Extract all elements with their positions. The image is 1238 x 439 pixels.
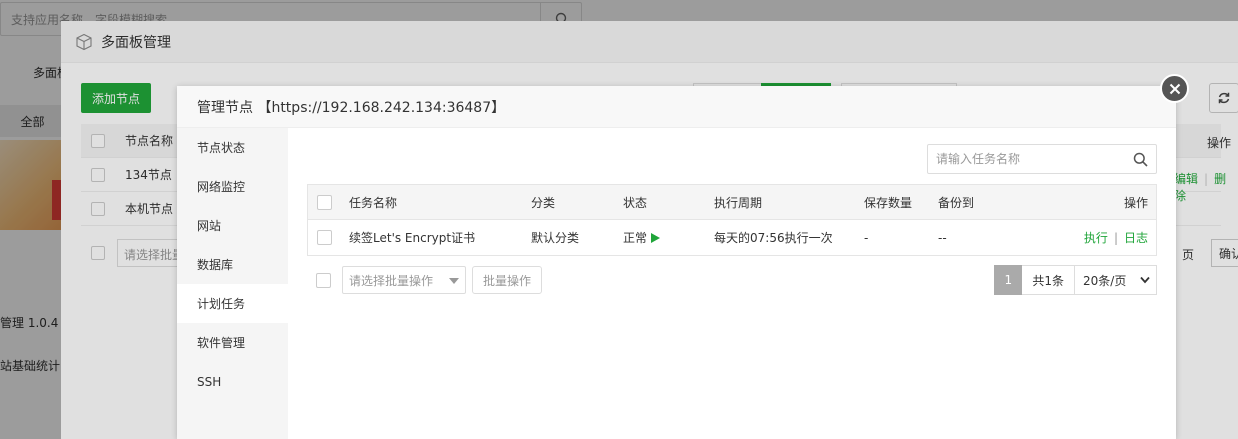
task-status[interactable]: 正常 (623, 229, 660, 246)
select-all-checkbox[interactable] (317, 194, 332, 210)
chevron-down-icon (1140, 276, 1150, 284)
header-status: 状态 (623, 195, 648, 210)
task-table-header: 任务名称 分类 状态 执行周期 保存数量 备份到 操作 (308, 185, 1156, 220)
task-search-box (927, 144, 1157, 174)
run-task-link[interactable]: 执行 (1084, 231, 1108, 245)
header-task-name: 任务名称 (349, 195, 398, 210)
header-keep-count: 保存数量 (864, 195, 913, 210)
sidebar-item-node-status[interactable]: 节点状态 (177, 128, 288, 167)
search-icon (1133, 152, 1148, 167)
batch-operation-button[interactable]: 批量操作 (472, 266, 543, 294)
page-size-value: 20条/页 (1083, 273, 1127, 288)
task-cycle: 每天的07:56执行一次 (714, 231, 833, 245)
total-count: 共1条 (1022, 265, 1075, 295)
search-button[interactable] (1133, 152, 1148, 170)
caret-down-icon (449, 278, 459, 284)
row-checkbox[interactable] (317, 230, 332, 245)
header-ops: 操作 (1123, 195, 1148, 210)
sidebar-item-database[interactable]: 数据库 (177, 245, 288, 284)
play-icon (650, 233, 660, 243)
task-name: 续签Let's Encrypt证书 (349, 231, 476, 245)
header-backup-to: 备份到 (938, 195, 975, 210)
task-table: 任务名称 分类 状态 执行周期 保存数量 备份到 操作 续签Let's Encr… (307, 184, 1157, 256)
batch-bar: 请选择批量操作 批量操作 (307, 266, 543, 294)
task-keep-count: - (864, 230, 869, 245)
cron-task-panel: 任务名称 分类 状态 执行周期 保存数量 备份到 操作 续签Let's Encr… (288, 128, 1176, 439)
task-backup-to: -- (938, 230, 947, 245)
task-log-link[interactable]: 日志 (1124, 231, 1148, 245)
sidebar-item-cron-tasks[interactable]: 计划任务 (177, 284, 288, 323)
node-sidebar: 节点状态 网络监控 网站 数据库 计划任务 软件管理 SSH (177, 128, 288, 439)
header-cycle: 执行周期 (714, 195, 763, 210)
batch-operation-select[interactable]: 请选择批量操作 (342, 266, 466, 294)
sidebar-item-website[interactable]: 网站 (177, 206, 288, 245)
batch-select-placeholder: 请选择批量操作 (349, 273, 434, 288)
page-size-select[interactable]: 20条/页 (1075, 265, 1157, 295)
sidebar-item-software[interactable]: 软件管理 (177, 323, 288, 362)
pagination: 1 共1条 20条/页 (994, 265, 1157, 295)
task-ops: 执行 | 日志 (1083, 231, 1148, 245)
close-button[interactable] (1160, 74, 1189, 103)
task-search-input[interactable] (928, 145, 1123, 173)
sidebar-item-network-monitor[interactable]: 网络监控 (177, 167, 288, 206)
task-category: 默认分类 (531, 231, 580, 245)
task-status-text: 正常 (623, 231, 648, 245)
current-page[interactable]: 1 (994, 265, 1023, 295)
close-icon (1169, 83, 1180, 94)
table-row: 续签Let's Encrypt证书 默认分类 正常 每天的07:56执行一次 -… (308, 220, 1156, 255)
header-category: 分类 (531, 195, 556, 210)
manage-node-title: 管理节点 【https://192.168.242.134:36487】 (177, 86, 1176, 128)
manage-node-dialog: 管理节点 【https://192.168.242.134:36487】 节点状… (177, 86, 1176, 439)
sidebar-item-ssh[interactable]: SSH (177, 362, 288, 401)
batch-checkbox[interactable] (316, 272, 331, 288)
